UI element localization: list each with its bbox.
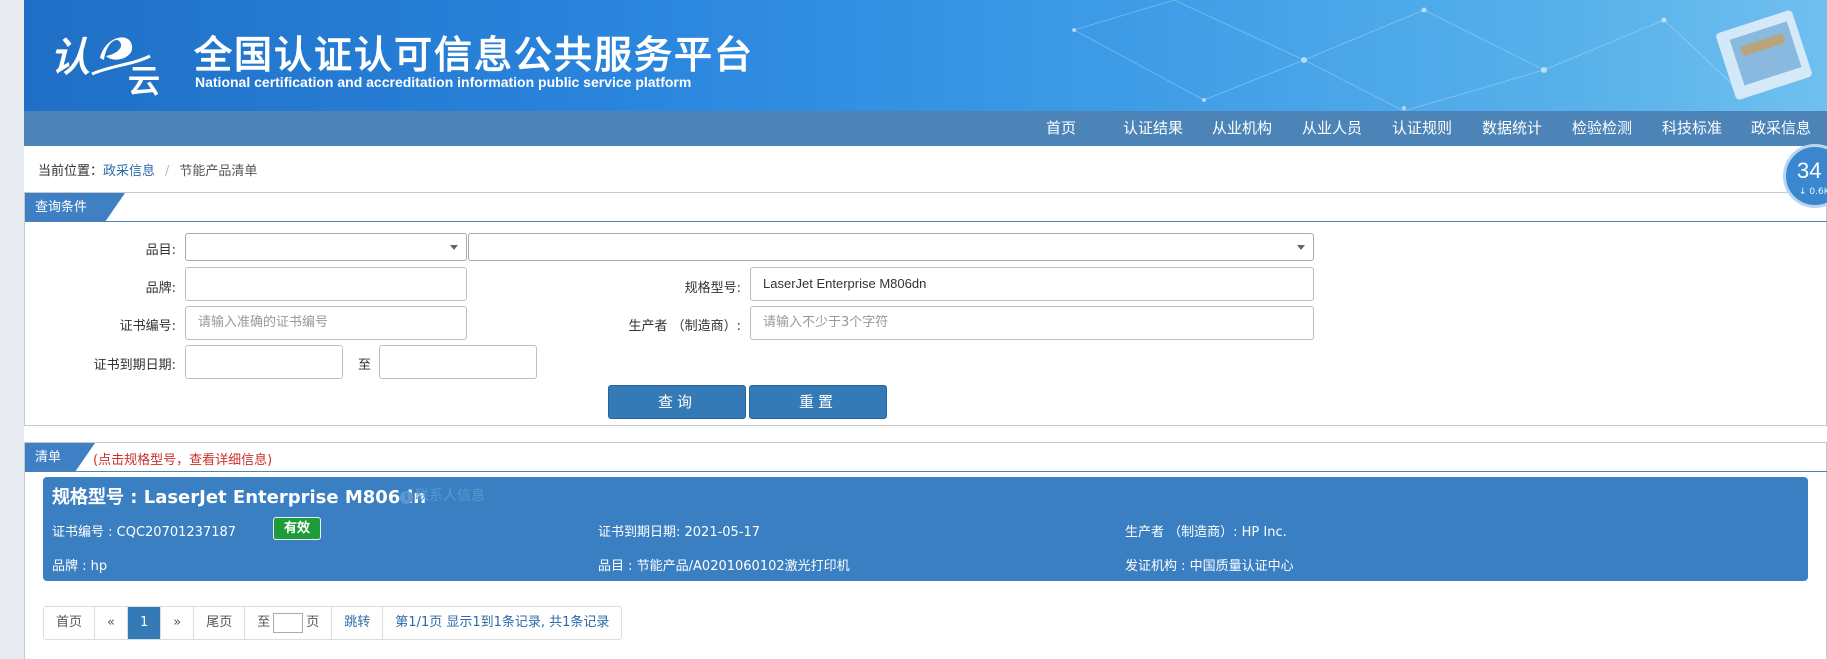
site-title: 全国认证认可信息公共服务平台: [194, 33, 755, 77]
info-icon: i: [400, 491, 413, 504]
pagination-prev[interactable]: «: [95, 607, 128, 639]
list-hint: (点击规格型号，查看详细信息): [93, 453, 273, 468]
query-panel-title: 查询条件: [35, 200, 88, 215]
pagination-next[interactable]: »: [161, 607, 195, 639]
manufacturer-label: 生产者 （制造商）:: [628, 319, 741, 334]
status-badge: 有效: [273, 517, 321, 540]
speed-sub-value: ↓ 0.6K: [1799, 187, 1827, 197]
chevron-down-icon: [450, 245, 458, 250]
result-issuer: 发证机构 : 中国质量认证中心: [1125, 559, 1294, 574]
brand-input[interactable]: [185, 267, 467, 301]
pagination: 首页 « 1 » 尾页 至页 跳转 第1/1页 显示1到1条记录, 共1条记录: [43, 606, 623, 640]
category-select-secondary[interactable]: [468, 233, 1314, 261]
nav-item-cert-results[interactable]: 认证结果: [1123, 111, 1183, 146]
nav-item-statistics[interactable]: 数据统计: [1482, 111, 1542, 146]
nav-item-home[interactable]: 首页: [1046, 111, 1076, 146]
cert-no-input[interactable]: 请输入准确的证书编号: [185, 306, 467, 340]
nav-item-personnel[interactable]: 从业人员: [1302, 111, 1362, 146]
query-panel: 查询条件 品目: 品牌: 规格型号: LaserJet Enterprise M…: [24, 192, 1827, 426]
svg-text:云: 云: [128, 62, 160, 96]
contact-info-label: 联系人信息: [415, 488, 485, 504]
breadcrumb-current: 节能产品清单: [179, 164, 258, 179]
pagination-jump-button[interactable]: 跳转: [332, 607, 384, 639]
breadcrumb-link-procurement[interactable]: 政采信息: [103, 164, 155, 179]
nav-item-procurement[interactable]: 政采信息: [1751, 111, 1811, 146]
panel-header-line: [25, 471, 1827, 472]
date-range-to-label: 至: [357, 358, 371, 373]
breadcrumb-prefix: 当前位置：: [38, 164, 104, 179]
breadcrumb-separator: /: [165, 164, 170, 179]
expiry-from-input[interactable]: [185, 345, 343, 379]
pagination-last[interactable]: 尾页: [194, 607, 246, 639]
pagination-summary: 第1/1页 显示1到1条记录, 共1条记录: [395, 615, 610, 630]
result-cert-no: 证书编号 : CQC20701237187: [52, 525, 237, 540]
header-banner: 认 云 全国认证认可信息公共服务平台 National certificatio…: [24, 0, 1827, 111]
goto-page-input[interactable]: [273, 612, 304, 633]
site-logo[interactable]: 认 云: [50, 16, 180, 96]
chevron-down-icon: [1297, 245, 1305, 250]
result-manufacturer: 生产者 （制造商）: HP Inc.: [1125, 525, 1287, 540]
list-panel-title: 清单: [35, 450, 62, 465]
expiry-label: 证书到期日期:: [93, 358, 176, 373]
nav-item-testing[interactable]: 检验检测: [1572, 111, 1632, 146]
pagination-first[interactable]: 首页: [44, 607, 96, 639]
nav-item-cert-rules[interactable]: 认证规则: [1392, 111, 1452, 146]
speed-value: 34: [1797, 158, 1822, 183]
svg-text:认: 认: [50, 34, 90, 81]
main-nav: 首页 认证结果 从业机构 从业人员 认证规则 数据统计 检验检测 科技标准 政采…: [24, 111, 1827, 146]
panel-header-line: [25, 221, 1827, 222]
nav-item-institutions[interactable]: 从业机构: [1212, 111, 1272, 146]
result-brand: 品牌 : hp: [52, 559, 108, 574]
result-expiry: 证书到期日期: 2021-05-17: [598, 525, 761, 540]
model-input[interactable]: LaserJet Enterprise M806dn: [750, 267, 1314, 301]
expiry-to-input[interactable]: [379, 345, 537, 379]
model-label: 规格型号:: [684, 281, 741, 296]
category-select-primary[interactable]: [185, 233, 467, 261]
brand-label: 品牌:: [145, 281, 176, 296]
nav-item-standards[interactable]: 科技标准: [1662, 111, 1722, 146]
result-card: 规格型号 : LaserJet Enterprise M806dn i 联系人信息…: [43, 477, 1808, 581]
pagination-page-1[interactable]: 1: [127, 607, 162, 639]
page-root: 认 云 全国认证认可信息公共服务平台 National certificatio…: [24, 0, 1827, 659]
cert-no-label: 证书编号:: [119, 319, 176, 334]
result-category: 品目 : 节能产品/A0201060102激光打印机: [598, 559, 850, 574]
result-model-link[interactable]: 规格型号 : LaserJet Enterprise M806dn: [52, 483, 426, 509]
goto-suffix: 页: [306, 615, 320, 630]
category-label: 品目:: [145, 243, 176, 258]
pagination-goto: 至页: [245, 607, 333, 639]
reset-button[interactable]: 重置: [749, 385, 887, 419]
breadcrumb: 当前位置：政采信息 / 节能产品清单: [38, 160, 257, 179]
site-subtitle: National certification and accreditation…: [195, 74, 692, 90]
goto-prefix: 至: [257, 615, 271, 630]
contact-info-link[interactable]: i 联系人信息: [400, 485, 485, 505]
search-button[interactable]: 查询: [608, 385, 746, 419]
manufacturer-input[interactable]: 请输入不少于3个字符: [750, 306, 1314, 340]
